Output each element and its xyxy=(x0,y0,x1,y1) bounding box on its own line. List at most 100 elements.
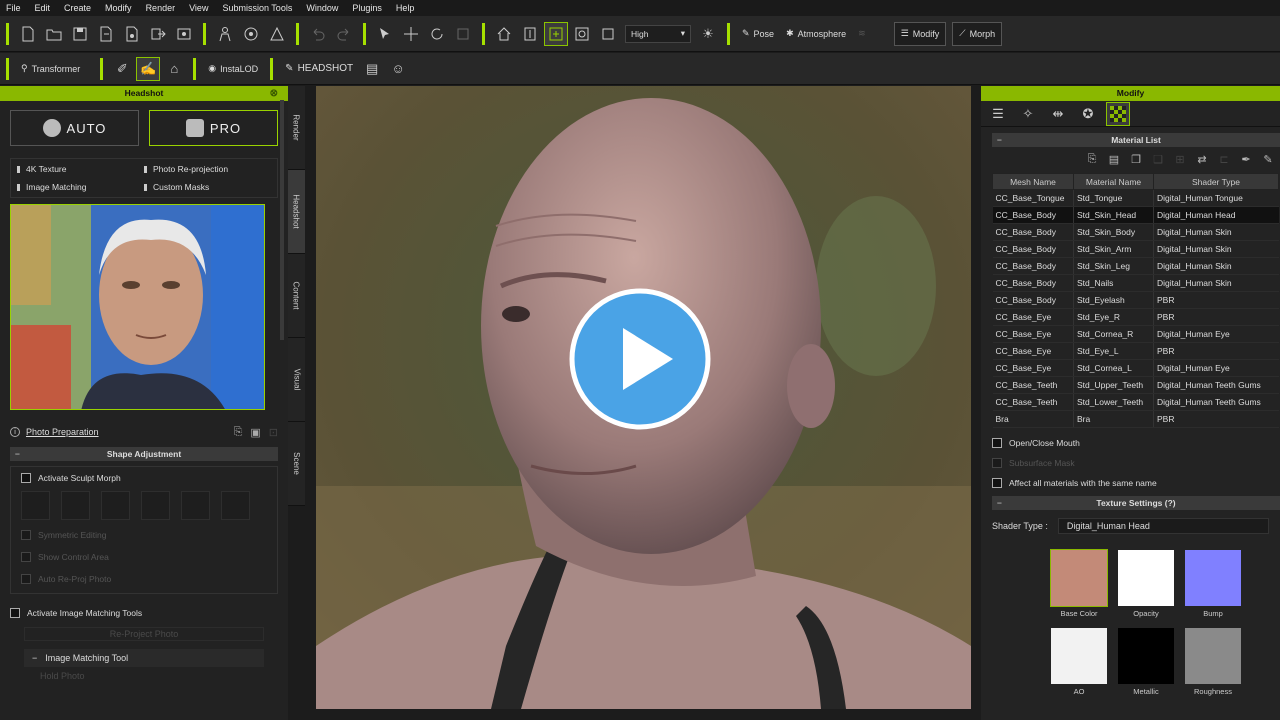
menu-item[interactable]: File xyxy=(6,3,21,13)
texture-slot-base-color[interactable]: Base Color xyxy=(1050,549,1108,618)
table-row[interactable]: CC_Base_Eye Std_Eye_L PBR xyxy=(992,342,1279,360)
table-row[interactable]: CC_Base_Body Std_Skin_Leg Digital_Human Sk… xyxy=(992,257,1279,275)
undo-icon[interactable] xyxy=(307,23,329,45)
menu-item[interactable]: Create xyxy=(64,3,91,13)
load-material-icon[interactable]: ⎘ xyxy=(1084,153,1100,167)
scale-icon[interactable] xyxy=(452,23,474,45)
column-header[interactable]: Material Name xyxy=(1073,173,1154,190)
texture-slot-roughness[interactable]: Roughness xyxy=(1185,628,1241,696)
picker-icon[interactable]: ✒ xyxy=(1238,153,1254,167)
menu-item[interactable]: Help xyxy=(396,3,415,13)
atmosphere-button[interactable]: ✱ Atmosphere xyxy=(780,22,852,46)
light-icon[interactable]: ☀ xyxy=(697,23,719,45)
close-icon[interactable]: ⊗ xyxy=(270,86,278,101)
column-header[interactable]: Shader Type xyxy=(1153,173,1279,190)
morph-button[interactable]: ⟋ Morph xyxy=(952,21,1003,46)
save-material-icon[interactable]: ▤ xyxy=(1106,153,1122,167)
import-icon[interactable] xyxy=(95,23,117,45)
pose-button[interactable]: ✎ Pose xyxy=(736,22,780,46)
motion-tab-icon[interactable]: ✧ xyxy=(1017,103,1039,125)
video-play-button[interactable] xyxy=(569,288,711,430)
open-folder-icon[interactable] xyxy=(43,23,65,45)
new-file-icon[interactable] xyxy=(17,23,39,45)
rotate-icon[interactable] xyxy=(426,23,448,45)
tab-headshot[interactable]: Headshot xyxy=(288,170,305,254)
open-close-mouth-checkbox[interactable]: Open/Close Mouth xyxy=(992,438,1269,448)
help-icon[interactable]: (?) xyxy=(1165,498,1176,508)
menu-item[interactable]: Render xyxy=(146,3,176,13)
export-icon[interactable] xyxy=(147,23,169,45)
table-row[interactable]: CC_Base_Body Std_Nails Digital_Human Skin xyxy=(992,274,1279,292)
texture-slot-opacity[interactable]: Opacity xyxy=(1118,550,1174,618)
texture-slot-metallic[interactable]: Metallic xyxy=(1118,628,1174,696)
headshot-button[interactable]: ✎ HEADSHOT xyxy=(279,57,359,81)
material-list-header[interactable]: Material List xyxy=(992,133,1280,147)
tab-render[interactable]: Render xyxy=(288,86,305,170)
save-photo-icon[interactable]: ▣ xyxy=(250,426,260,439)
menu-item[interactable]: View xyxy=(189,3,208,13)
sculpt-icon[interactable]: ✍ xyxy=(136,56,161,81)
table-row[interactable]: Bra Bra PBR xyxy=(992,410,1279,428)
brush-icon[interactable]: ✐ xyxy=(111,58,133,80)
pro-mode-button[interactable]: PRO xyxy=(149,110,278,146)
panel-scrollbar[interactable] xyxy=(280,100,284,340)
export-file-icon[interactable] xyxy=(121,23,143,45)
move-icon[interactable] xyxy=(400,23,422,45)
fit-view-icon[interactable] xyxy=(519,23,541,45)
select-arrow-icon[interactable] xyxy=(374,23,396,45)
swap-icon[interactable]: ⇄ xyxy=(1194,153,1210,167)
save-icon[interactable] xyxy=(69,23,91,45)
table-row[interactable]: CC_Base_Body Std_Eyelash PBR xyxy=(992,291,1279,309)
table-row[interactable]: CC_Base_Teeth Std_Lower_Teeth Digital_Huma… xyxy=(992,393,1279,411)
photo-preparation-link[interactable]: Photo Preparation xyxy=(26,427,99,437)
material-tab-icon[interactable] xyxy=(1106,101,1130,126)
tab-content[interactable]: Content xyxy=(288,254,305,338)
camera-view-icon[interactable] xyxy=(571,23,593,45)
table-row[interactable]: CC_Base_Teeth Std_Upper_Teeth Digital_Huma… xyxy=(992,376,1279,394)
activate-image-matching-checkbox[interactable]: Activate Image Matching Tools xyxy=(10,608,278,618)
gallery-icon[interactable]: ▤ xyxy=(361,58,383,80)
texture-settings-header[interactable]: Texture Settings (?) xyxy=(992,496,1280,510)
morph-tool-icon[interactable] xyxy=(266,23,288,45)
target-icon[interactable] xyxy=(240,23,262,45)
instalod-button[interactable]: ◉ InstaLOD xyxy=(202,57,264,81)
activate-sculpt-morph-checkbox[interactable]: Activate Sculpt Morph xyxy=(21,473,267,483)
image-matching-tool-header[interactable]: − Image Matching Tool xyxy=(24,649,264,667)
modify-button[interactable]: ☰ Modify xyxy=(893,21,947,46)
load-photo-icon[interactable]: ⎘ xyxy=(234,426,243,439)
table-row[interactable]: CC_Base_Tongue Std_Tongue Digital_Human To… xyxy=(992,189,1279,207)
column-header[interactable]: Mesh Name xyxy=(992,173,1074,190)
attribute-tab-icon[interactable]: ☰ xyxy=(987,103,1009,125)
texture-slot-ao[interactable]: AO xyxy=(1051,628,1107,696)
menu-item[interactable]: Plugins xyxy=(352,3,382,13)
table-row[interactable]: CC_Base_Eye Std_Cornea_L Digital_Human Eye xyxy=(992,359,1279,377)
tab-visual[interactable]: Visual xyxy=(288,338,305,422)
render-quality-select[interactable]: High ▾ xyxy=(625,24,691,43)
menu-item[interactable]: Window xyxy=(306,3,338,13)
table-row[interactable]: CC_Base_Body Std_Skin_Body Digital_Human S… xyxy=(992,223,1279,241)
display-mode-icon[interactable] xyxy=(597,23,619,45)
render-icon[interactable] xyxy=(173,23,195,45)
table-row[interactable]: CC_Base_Body Std_Skin_Arm Digital_Human Sk… xyxy=(992,240,1279,258)
mesh-icon[interactable]: ⌂ xyxy=(163,58,185,80)
auto-mode-button[interactable]: AUTO xyxy=(10,110,139,146)
table-row[interactable]: CC_Base_Eye Std_Eye_R PBR xyxy=(992,308,1279,326)
menu-item[interactable]: Modify xyxy=(105,3,132,13)
frame-selected-icon[interactable] xyxy=(544,21,568,46)
shape-adjustment-header[interactable]: Shape Adjustment xyxy=(10,447,278,461)
transformer-button[interactable]: ⚲ Transformer xyxy=(15,57,86,81)
copy-icon[interactable]: ❐ xyxy=(1128,153,1144,167)
table-row[interactable]: CC_Base_Eye Std_Cornea_R Digital_Human Eye xyxy=(992,325,1279,343)
table-row[interactable]: CC_Base_Body Std_Skin_Head Digital_Human H… xyxy=(992,206,1279,224)
brush-icon[interactable]: ✎ xyxy=(1260,153,1276,167)
tab-scene[interactable]: Scene xyxy=(288,422,305,506)
home-icon[interactable] xyxy=(493,23,515,45)
physics-tab-icon[interactable]: ✪ xyxy=(1077,103,1099,125)
affect-all-materials-checkbox[interactable]: Affect all materials with the same name xyxy=(992,478,1269,488)
menu-item[interactable]: Submission Tools xyxy=(222,3,292,13)
texture-slot-bump[interactable]: Bump xyxy=(1185,550,1241,618)
head-icon[interactable]: ☺ xyxy=(387,58,409,80)
shader-type-select[interactable]: Digital_Human Head xyxy=(1057,518,1269,534)
redo-icon[interactable] xyxy=(333,23,355,45)
character-icon[interactable] xyxy=(214,23,236,45)
